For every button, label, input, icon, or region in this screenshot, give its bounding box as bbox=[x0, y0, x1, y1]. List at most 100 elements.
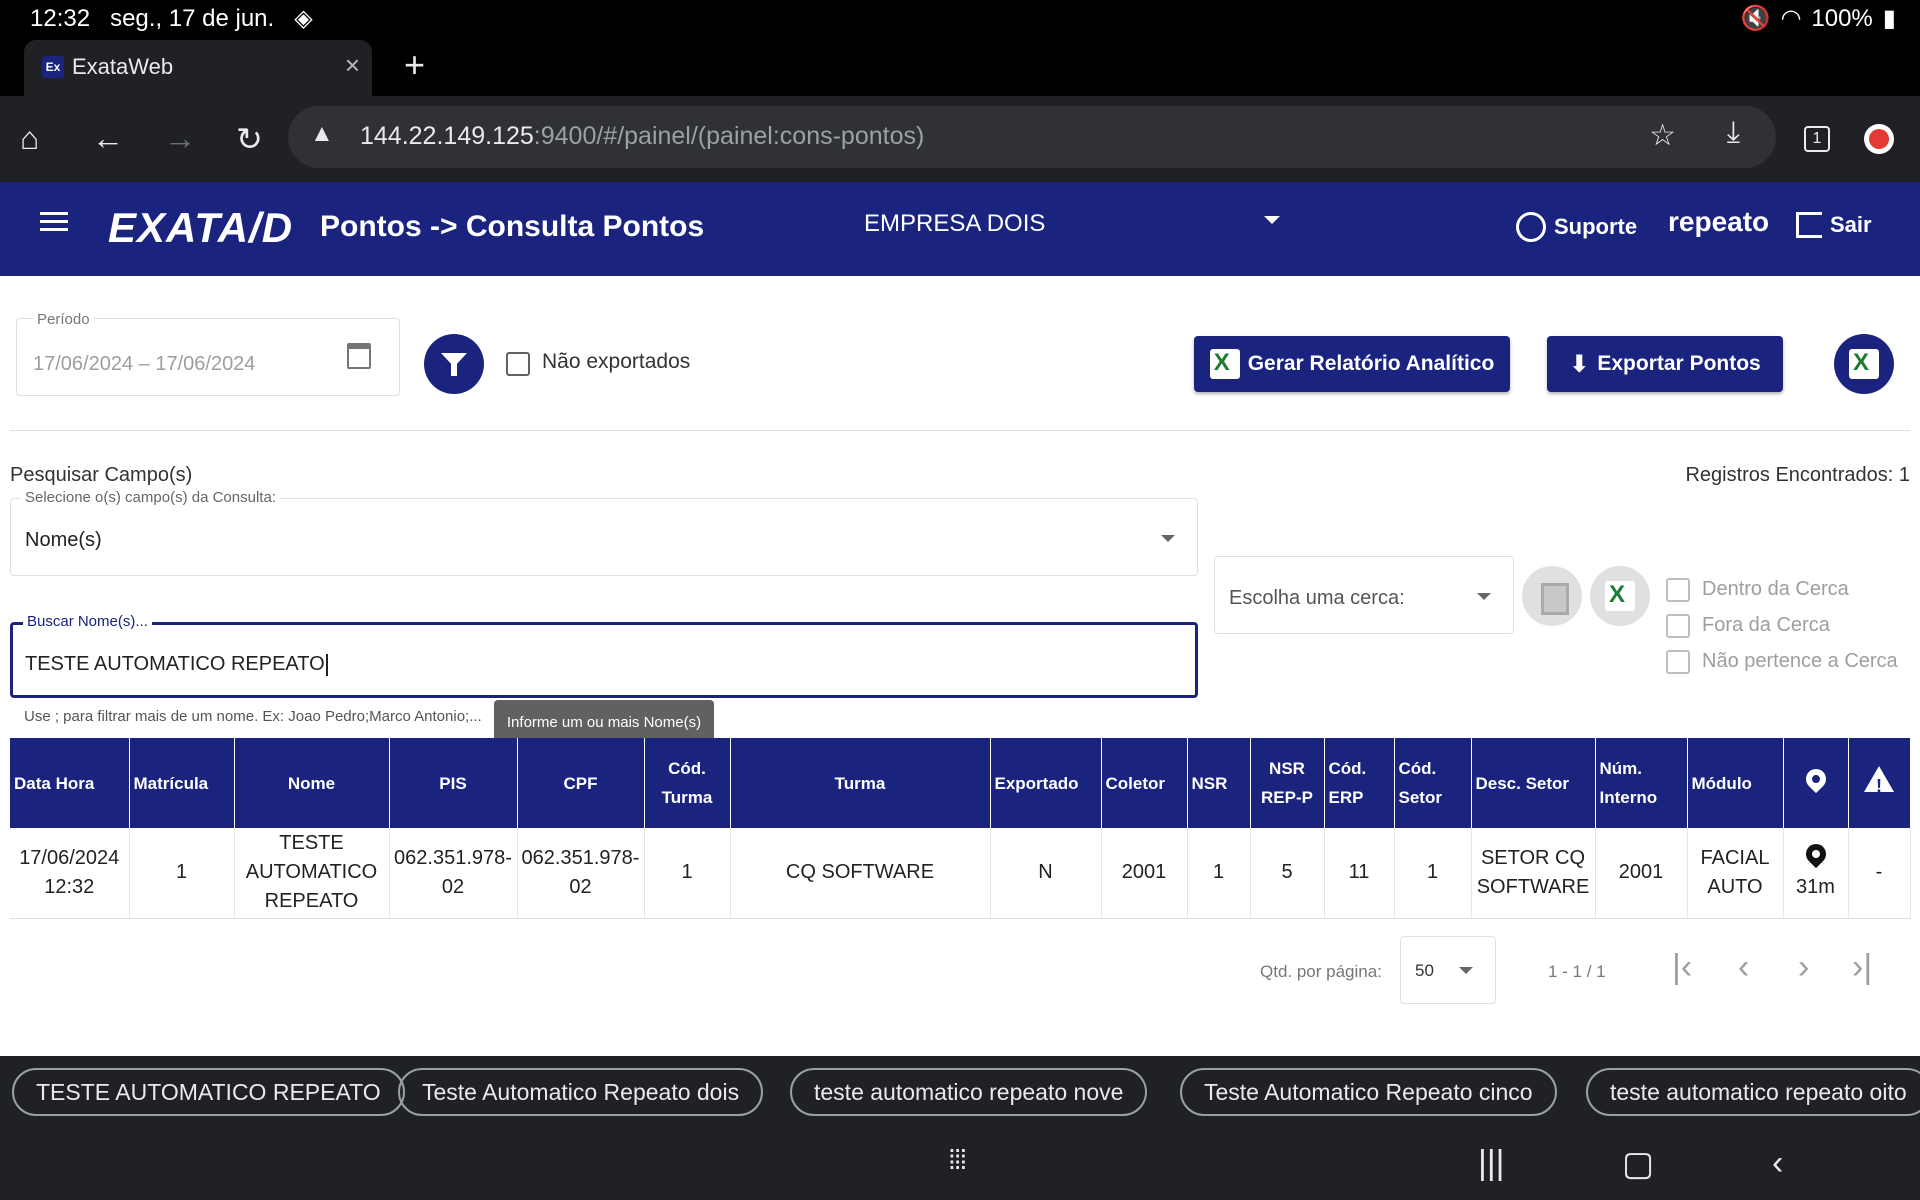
apps-grid-icon[interactable]: ⁞⁞⁞ bbox=[948, 1144, 967, 1176]
col-header[interactable]: Cód. Turma bbox=[644, 738, 731, 828]
per-page-value: 50 bbox=[1415, 961, 1434, 980]
excel-export-button[interactable] bbox=[1834, 334, 1894, 394]
app-content: EXATA/D Pontos -> Consulta Pontos EMPRES… bbox=[0, 182, 1920, 1056]
suggestion-chip[interactable]: Teste Automatico Repeato cinco bbox=[1180, 1068, 1557, 1116]
menu-icon[interactable] bbox=[40, 212, 68, 236]
inside-fence-label[interactable]: Dentro da Cerca bbox=[1702, 578, 1849, 601]
search-title: Pesquisar Campo(s) bbox=[10, 464, 193, 486]
wifi-icon: ◠ bbox=[1780, 5, 1802, 32]
col-header[interactable]: Módulo bbox=[1687, 738, 1784, 828]
no-fence-checkbox[interactable] bbox=[1666, 650, 1690, 674]
inside-fence-checkbox[interactable] bbox=[1666, 578, 1690, 602]
table-row[interactable]: 17/06/2024 12:32 1 TESTE AUTOMATICO REPE… bbox=[10, 828, 1911, 919]
download-icon[interactable]: ⤓ bbox=[1727, 116, 1740, 150]
col-header[interactable]: Data Hora bbox=[10, 738, 130, 828]
suggestion-chip[interactable]: Teste Automatico Repeato dois bbox=[398, 1068, 764, 1116]
recents-icon[interactable]: ||| bbox=[1478, 1144, 1505, 1183]
period-field[interactable]: Período 17/06/2024 – 17/06/2024 bbox=[16, 311, 400, 396]
col-header[interactable]: Coletor bbox=[1101, 738, 1188, 828]
table-header-row: Data Hora Matrícula Nome PIS CPF Cód. Tu… bbox=[10, 738, 1911, 828]
col-header[interactable]: Cód. Setor bbox=[1394, 738, 1472, 828]
prev-page-icon[interactable]: ‹ bbox=[1738, 948, 1749, 987]
col-header[interactable]: Turma bbox=[730, 738, 991, 828]
logout-button[interactable]: Sair bbox=[1796, 212, 1872, 238]
page-title: Pontos -> Consulta Pontos bbox=[320, 210, 705, 243]
suggestion-chip[interactable]: TESTE AUTOMATICO REPEATO bbox=[12, 1068, 405, 1116]
fence-select[interactable]: Escolha uma cerca: bbox=[1214, 556, 1514, 634]
tab-title: ExataWeb bbox=[72, 54, 174, 79]
cell-exportado: N bbox=[990, 828, 1102, 919]
cell-nsr: 1 bbox=[1187, 828, 1251, 919]
cell-cod-setor: 1 bbox=[1394, 828, 1472, 919]
per-page-select[interactable]: 50 bbox=[1400, 936, 1496, 1004]
warning-icon bbox=[1864, 765, 1894, 801]
period-value[interactable]: 17/06/2024 – 17/06/2024 bbox=[33, 353, 255, 376]
col-header[interactable]: CPF bbox=[517, 738, 645, 828]
reload-icon[interactable]: ↻ bbox=[236, 120, 263, 158]
new-tab-icon[interactable]: + bbox=[404, 44, 425, 86]
suggestion-chip[interactable]: teste automatico repeato nove bbox=[790, 1068, 1148, 1116]
profile-avatar[interactable] bbox=[1864, 124, 1894, 154]
not-secure-icon[interactable]: ▲ bbox=[310, 120, 334, 148]
col-header[interactable]: Matrícula bbox=[129, 738, 235, 828]
names-search-input[interactable]: Buscar Nome(s)... TESTE AUTOMATICO REPEA… bbox=[10, 613, 1198, 698]
col-header-alert[interactable] bbox=[1848, 738, 1911, 828]
chevron-down-icon[interactable] bbox=[1264, 216, 1280, 224]
cell-cod-erp: 11 bbox=[1324, 828, 1395, 919]
no-fence-label[interactable]: Não pertence a Cerca bbox=[1702, 650, 1898, 673]
url-text[interactable]: 144.22.149.125:9400/#/painel/(painel:con… bbox=[360, 122, 924, 151]
location-pin-icon[interactable] bbox=[1801, 839, 1830, 868]
col-header[interactable]: Exportado bbox=[990, 738, 1102, 828]
download-icon: ⬇ bbox=[1569, 350, 1590, 378]
browser-tab[interactable]: Ex ExataWeb × bbox=[24, 40, 372, 96]
search-hint: Use ; para filtrar mais de um nome. Ex: … bbox=[24, 708, 482, 725]
outside-fence-checkbox[interactable] bbox=[1666, 614, 1690, 638]
status-right: 🔇 ◠ 100% ▮ bbox=[1741, 4, 1896, 33]
next-page-icon[interactable]: › bbox=[1798, 948, 1809, 987]
export-points-button[interactable]: ⬇ Exportar Pontos bbox=[1547, 336, 1783, 392]
cell-location[interactable]: 31m bbox=[1783, 828, 1849, 919]
company-select[interactable]: EMPRESA DOIS bbox=[864, 210, 1045, 238]
excel-icon bbox=[1849, 349, 1879, 379]
url-host: 144.22.149.125 bbox=[360, 122, 534, 150]
first-page-icon[interactable]: |‹ bbox=[1672, 948, 1692, 987]
col-header[interactable]: PIS bbox=[389, 738, 518, 828]
not-exported-label[interactable]: Não exportados bbox=[542, 350, 690, 374]
map-button[interactable] bbox=[1522, 566, 1582, 626]
generate-report-label: Gerar Relatório Analítico bbox=[1247, 352, 1495, 375]
location-pin-icon bbox=[1801, 764, 1830, 793]
col-header[interactable]: Núm. Interno bbox=[1595, 738, 1688, 828]
bookmark-star-icon[interactable]: ☆ bbox=[1649, 118, 1676, 153]
support-button[interactable]: Suporte bbox=[1516, 212, 1637, 242]
calendar-icon[interactable] bbox=[347, 343, 371, 369]
fields-select[interactable]: Selecione o(s) campo(s) da Consulta: Nom… bbox=[10, 489, 1198, 576]
cell-turma: CQ SOFTWARE bbox=[730, 828, 991, 919]
col-header-location[interactable] bbox=[1783, 738, 1849, 828]
col-header[interactable]: NSR bbox=[1187, 738, 1251, 828]
col-header[interactable]: Nome bbox=[234, 738, 390, 828]
home-nav-icon[interactable]: ▢ bbox=[1622, 1144, 1654, 1184]
cell-pis: 062.351.978-02 bbox=[389, 828, 518, 919]
suggestion-chip[interactable]: teste automatico repeato oito bbox=[1586, 1068, 1920, 1116]
close-tab-icon[interactable]: × bbox=[345, 50, 360, 81]
tab-count-button[interactable]: 1 bbox=[1804, 126, 1830, 152]
outside-fence-label[interactable]: Fora da Cerca bbox=[1702, 614, 1830, 637]
last-page-icon[interactable]: ›| bbox=[1852, 948, 1872, 987]
fence-excel-button[interactable] bbox=[1590, 566, 1650, 626]
back-icon[interactable]: ← bbox=[92, 120, 124, 157]
support-label: Suporte bbox=[1554, 214, 1638, 239]
divider bbox=[10, 430, 1910, 431]
cell-nsr-rep-p: 5 bbox=[1250, 828, 1325, 919]
not-exported-checkbox[interactable] bbox=[506, 352, 530, 376]
forward-icon[interactable]: → bbox=[164, 120, 196, 157]
col-header[interactable]: Cód. ERP bbox=[1324, 738, 1395, 828]
back-nav-icon[interactable]: ‹ bbox=[1772, 1144, 1783, 1183]
filter-button[interactable] bbox=[424, 334, 484, 394]
col-header[interactable]: NSR REP-P bbox=[1250, 738, 1325, 828]
generate-report-button[interactable]: Gerar Relatório Analítico bbox=[1194, 336, 1510, 392]
home-icon[interactable]: ⌂ bbox=[20, 120, 39, 157]
col-header[interactable]: Desc. Setor bbox=[1471, 738, 1596, 828]
names-search-value[interactable]: TESTE AUTOMATICO REPEATO bbox=[25, 653, 328, 676]
url-bar[interactable]: ▲ 144.22.149.125:9400/#/painel/(painel:c… bbox=[288, 106, 1776, 168]
cell-num-interno: 2001 bbox=[1595, 828, 1688, 919]
